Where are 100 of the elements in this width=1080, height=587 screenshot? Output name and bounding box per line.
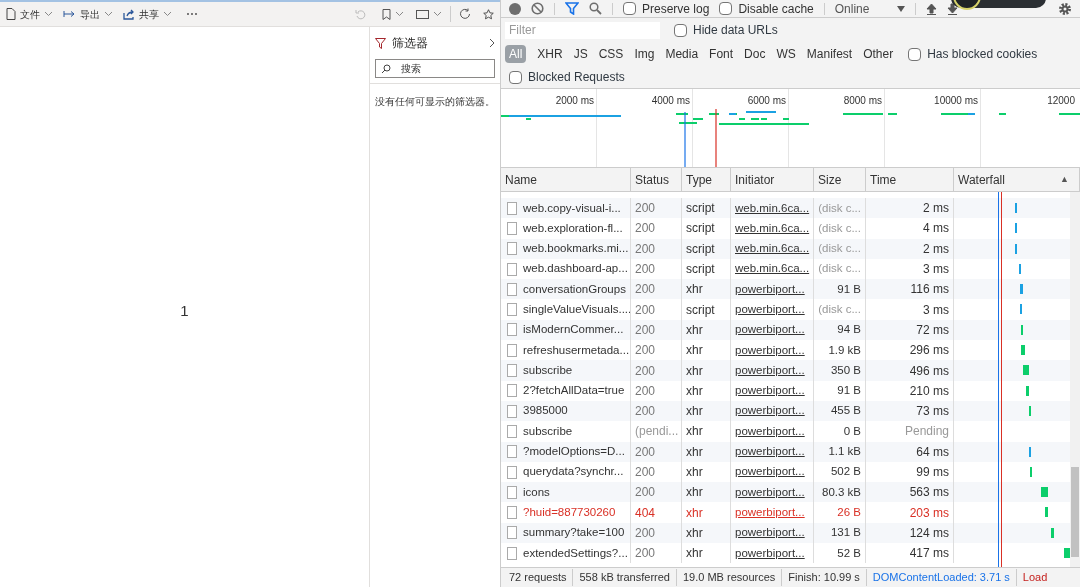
clear-icon[interactable] — [531, 2, 544, 15]
column-header[interactable]: Name — [501, 168, 631, 191]
request-row[interactable]: ?modelOptions=D... 200 xhr powerbiport... 1.1 kB 64 ms — [501, 441, 1070, 462]
request-name: isModernCommer... — [523, 322, 624, 338]
type-filter-tab[interactable]: Media — [661, 45, 703, 63]
settings-icon[interactable] — [1058, 1, 1072, 16]
toolbar-menu[interactable]: 导出 — [63, 6, 113, 22]
table-cell: 200 — [631, 543, 682, 564]
more-button[interactable]: ⋯ — [186, 5, 198, 23]
chevron-down-icon — [395, 11, 404, 17]
search-field[interactable]: 搜索 — [375, 59, 495, 78]
initiator-link[interactable]: powerbiport... — [735, 341, 805, 359]
type-filter-tab[interactable]: XHR — [533, 45, 567, 63]
type-filter-tab[interactable]: Doc — [740, 45, 770, 63]
checkbox-label: Blocked Requests — [528, 69, 625, 86]
initiator-link[interactable]: web.min.6ca... — [735, 199, 810, 217]
initiator-link[interactable]: web.min.6ca... — [735, 260, 810, 278]
filter-icon[interactable] — [565, 2, 579, 15]
initiator-link[interactable]: powerbiport... — [735, 463, 805, 481]
type-filter-tab[interactable]: Manifest — [802, 45, 857, 63]
empty-message: 没有任何可显示的筛选器。 — [375, 95, 495, 109]
type-filter-tab[interactable]: Font — [705, 45, 738, 63]
initiator-link[interactable]: web.min.6ca... — [735, 219, 810, 238]
column-header[interactable]: Time — [866, 168, 954, 191]
table-cell: 417 ms — [866, 543, 954, 564]
toolbar-menu[interactable]: 共享 — [123, 6, 172, 22]
initiator-link[interactable]: powerbiport... — [735, 503, 805, 522]
table-cell: 52 B — [814, 543, 866, 564]
column-header[interactable]: Status — [631, 168, 682, 191]
filter-field[interactable]: Filter — [505, 21, 660, 39]
initiator-link[interactable]: powerbiport... — [735, 422, 805, 441]
table-cell: 200 — [631, 380, 682, 401]
initiator-link[interactable]: powerbiport... — [735, 382, 805, 400]
initiator-link[interactable]: powerbiport... — [735, 544, 805, 562]
upload-icon[interactable] — [925, 2, 937, 15]
record-icon[interactable] — [509, 2, 521, 15]
table-cell: 200 — [631, 360, 682, 381]
column-header[interactable]: Type — [682, 168, 731, 191]
file-icon — [507, 485, 517, 499]
request-row[interactable]: icons 200 xhr powerbiport... 80.3 kB 563 ms — [501, 482, 1070, 503]
checkbox[interactable] — [719, 2, 733, 15]
checkbox[interactable] — [623, 2, 636, 15]
initiator-link[interactable]: powerbiport... — [735, 524, 805, 542]
request-row[interactable]: subscribe 200 xhr powerbiport... 350 B 496 ms — [501, 360, 1070, 381]
checkbox-label: Hide data URLs — [693, 22, 778, 39]
checkbox-label: Preserve log — [642, 0, 710, 18]
table-cell: 203 ms — [866, 502, 954, 523]
request-row[interactable]: web.copy-visual-i... 200 script web.min.6ca... (disk c... 2 ms — [501, 198, 1070, 219]
request-row[interactable]: conversationGroups 200 xhr powerbiport... 91 B 116 ms — [501, 279, 1070, 300]
initiator-link[interactable]: powerbiport... — [735, 402, 805, 420]
initiator-link[interactable]: powerbiport... — [735, 301, 805, 319]
column-header[interactable]: Size — [814, 168, 866, 191]
initiator-link[interactable]: powerbiport... — [735, 321, 805, 339]
initiator-link[interactable]: powerbiport... — [735, 443, 805, 461]
checkbox[interactable] — [908, 47, 922, 61]
search-icon[interactable] — [589, 2, 602, 15]
checkbox[interactable] — [674, 23, 687, 37]
bookmark-icon[interactable] — [382, 8, 391, 20]
waterfall-bar — [1021, 345, 1025, 356]
toolbar-menu[interactable]: 文件 — [6, 6, 53, 22]
file-icon — [507, 445, 517, 459]
table-cell: Pending — [866, 421, 954, 442]
initiator-link[interactable]: powerbiport... — [735, 280, 805, 298]
request-name: subscribe — [523, 362, 573, 378]
download-icon[interactable] — [946, 2, 958, 15]
request-name: ?modelOptions=D... — [523, 444, 625, 460]
type-filter-tab[interactable]: CSS — [594, 45, 628, 63]
type-filter-tab[interactable]: Other — [859, 45, 898, 63]
initiator-link[interactable]: web.min.6ca... — [735, 240, 810, 258]
table-cell: xhr — [682, 421, 731, 442]
file-icon — [507, 506, 517, 520]
status-text: 72 requests — [503, 569, 574, 586]
initiator-link[interactable]: powerbiport... — [735, 361, 805, 380]
refresh-icon[interactable] — [459, 8, 471, 20]
checkbox[interactable] — [509, 70, 522, 84]
request-row[interactable]: web.bookmarks.mi... 200 script web.min.6ca... (disk c... 2 ms — [501, 238, 1070, 259]
star-icon[interactable] — [483, 8, 494, 20]
type-filter-tab[interactable]: JS — [569, 45, 592, 63]
request-row[interactable]: summary?take=100 200 xhr powerbiport... 131 B 124 ms — [501, 522, 1070, 544]
file-icon — [507, 465, 517, 479]
scrollbar[interactable] — [1070, 192, 1080, 567]
chevron-right-icon[interactable] — [489, 38, 495, 48]
initiator-link[interactable]: powerbiport... — [735, 483, 805, 501]
request-row[interactable]: isModernCommer... 200 xhr powerbiport... 94 B 72 ms — [501, 319, 1070, 341]
sort-icon[interactable]: ▲ — [1060, 172, 1069, 187]
throttle-select[interactable]: Online — [834, 0, 905, 18]
column-header[interactable]: Initiator — [731, 168, 814, 191]
request-name: 3985000 — [523, 403, 568, 419]
view-icon[interactable] — [416, 9, 429, 19]
type-filter-tab[interactable]: Img — [630, 45, 659, 63]
file-icon — [507, 526, 517, 540]
table-cell: script — [682, 238, 731, 259]
arrow-right-icon — [63, 10, 76, 18]
request-row[interactable]: 3985000 200 xhr powerbiport... 455 B 73 ms — [501, 400, 1070, 422]
table-cell: (disk c... — [814, 238, 866, 259]
status-text: 19.0 MB resources — [677, 569, 783, 586]
type-filter-tab[interactable]: WS — [772, 45, 800, 63]
chevron-down-icon — [104, 11, 113, 17]
column-header[interactable]: Waterfall ▲ — [954, 168, 1080, 191]
waterfall-bar — [1026, 385, 1029, 396]
